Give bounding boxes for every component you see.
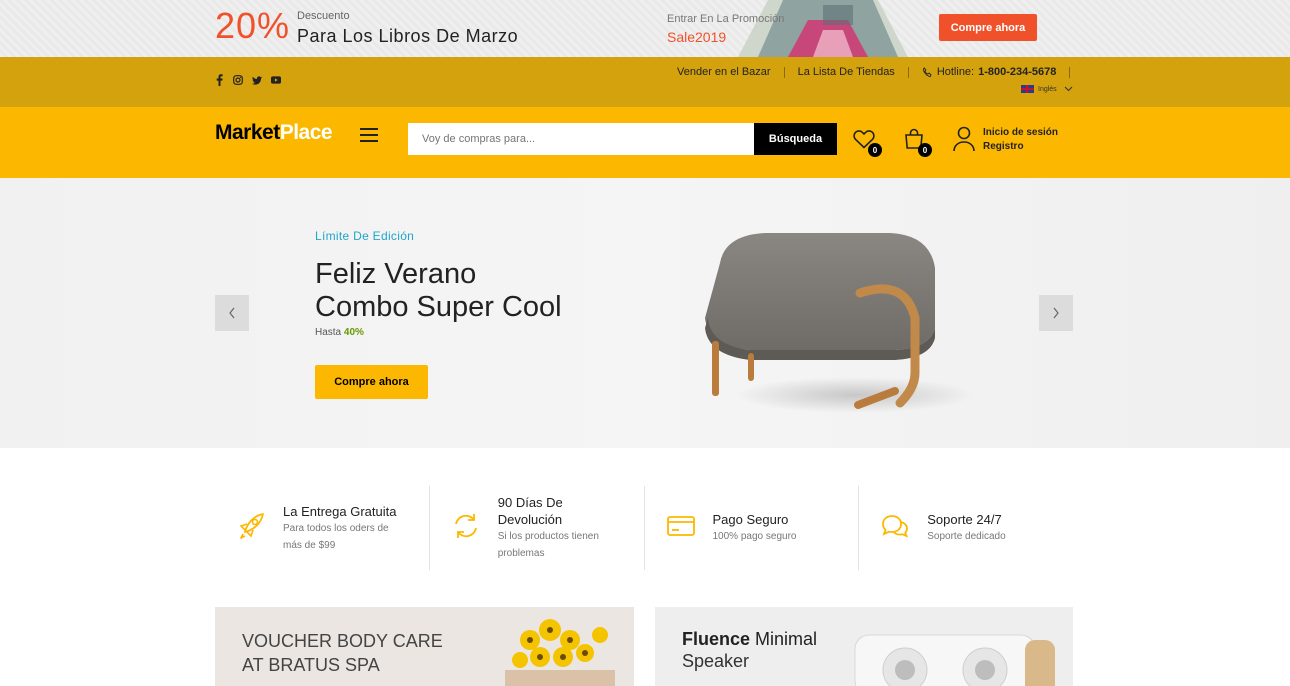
- feature-title: Soporte 24/7: [927, 512, 1002, 527]
- search-button[interactable]: Búsqueda: [754, 123, 837, 155]
- language-selector[interactable]: Inglés: [1021, 85, 1073, 93]
- spa-banner-text: VOUCHER BODY CARE AT BRATUS SPA: [242, 629, 443, 677]
- hero-title: Feliz Verano Combo Super Cool: [315, 258, 562, 324]
- hotline-label: Hotline:: [936, 66, 975, 78]
- language-label: Inglés: [1038, 85, 1057, 93]
- speaker-brand: Fluence: [682, 629, 751, 649]
- divider: [783, 66, 785, 78]
- feature-desc: 100% pago seguro: [712, 531, 797, 542]
- speaker-banner[interactable]: Fluence Minimal Speaker: [655, 607, 1073, 686]
- speaker-banner-line-1: Fluence Minimal: [682, 629, 817, 650]
- hero-title-line-2: Combo Super Cool: [315, 291, 562, 323]
- feature-desc: Para todos los oders de: [283, 523, 389, 534]
- feature-returns: 90 Días De Devolución Si los productos t…: [430, 486, 645, 570]
- speaker-banner-line-2: Speaker: [682, 651, 750, 671]
- sell-link[interactable]: Vender en el Bazar: [677, 66, 771, 78]
- cart-count-badge: 0: [918, 143, 932, 157]
- phone-icon: [922, 66, 932, 77]
- hero-discount-text: Hasta 40%: [315, 327, 364, 338]
- main-header: MarketPlace Búsqueda 0 0 Inicio de sesió…: [0, 107, 1290, 178]
- social-links: [214, 74, 281, 86]
- refresh-icon: [454, 514, 477, 538]
- feature-desc: Si los productos tienen: [497, 531, 599, 542]
- spa-voucher-banner[interactable]: VOUCHER BODY CARE AT BRATUS SPA: [215, 607, 634, 686]
- feature-secure-payment: Pago Seguro 100% pago seguro: [645, 486, 860, 570]
- register-link[interactable]: Registro: [983, 140, 1058, 154]
- slider-next-button[interactable]: [1039, 295, 1073, 331]
- logo-part-place: Place: [279, 121, 333, 144]
- hero-up-to-label: Hasta: [315, 327, 342, 338]
- flowers-image: [505, 619, 615, 686]
- site-logo[interactable]: MarketPlace: [215, 121, 333, 145]
- rocket-icon: [239, 513, 264, 539]
- speaker-word: Minimal: [755, 629, 818, 649]
- divider: [907, 66, 909, 78]
- chevron-left-icon: [229, 307, 235, 319]
- promo-shop-now-button[interactable]: Compre ahora: [939, 14, 1037, 41]
- stores-link[interactable]: La Lista De Tiendas: [798, 66, 895, 78]
- top-links: Vender en el Bazar La Lista De Tiendas H…: [677, 66, 1083, 78]
- hotline: Hotline: 1-800-234-5678: [922, 66, 1056, 78]
- top-bar: Vender en el Bazar La Lista De Tiendas H…: [0, 57, 1290, 107]
- instagram-icon[interactable]: [233, 74, 243, 86]
- slider-prev-button[interactable]: [215, 295, 249, 331]
- chat-icon: [882, 515, 909, 538]
- youtube-icon[interactable]: [271, 74, 281, 86]
- wishlist-button[interactable]: 0: [852, 127, 882, 157]
- promo-title: Para Los Libros De Marzo: [297, 26, 519, 46]
- login-link[interactable]: Inicio de sesión: [983, 126, 1058, 140]
- ottoman-image: [705, 233, 975, 413]
- hero-slider: Límite De Edición Feliz Verano Combo Sup…: [0, 178, 1290, 448]
- feature-title: Pago Seguro: [712, 512, 789, 527]
- user-icon[interactable]: [953, 126, 975, 152]
- hero-discount-value: 40%: [343, 327, 364, 338]
- menu-icon[interactable]: [360, 128, 378, 142]
- divider: [1069, 66, 1071, 78]
- hero-eyebrow: Límite De Edición: [315, 229, 415, 243]
- spa-banner-line-1: VOUCHER BODY CARE: [242, 631, 443, 651]
- feature-free-shipping: La Entrega Gratuita Para todos los oders…: [215, 486, 430, 570]
- feature-title: La Entrega Gratuita: [283, 504, 397, 519]
- account-links: Inicio de sesión Registro: [983, 126, 1058, 154]
- wishlist-count-badge: 0: [868, 143, 882, 157]
- chevron-right-icon: [1053, 307, 1059, 319]
- hero-title-line-1: Feliz Verano: [315, 258, 477, 290]
- features-row: La Entrega Gratuita Para todos los oders…: [215, 486, 1073, 570]
- promo-code: Sale2019: [667, 29, 727, 45]
- feature-title: Devolución: [497, 512, 563, 527]
- feature-desc: Soporte dedicado: [927, 531, 1006, 542]
- feature-desc: problemas: [497, 548, 545, 559]
- uk-flag-icon: [1021, 85, 1034, 93]
- twitter-icon[interactable]: [252, 74, 262, 86]
- cart-button[interactable]: 0: [902, 127, 932, 157]
- feature-support: Soporte 24/7 Soporte dedicado: [859, 486, 1073, 570]
- promo-percent: 20%: [215, 5, 291, 46]
- logo-part-market: Market: [215, 121, 280, 144]
- speaker-image: [854, 634, 1055, 686]
- book-cover-image: [738, 0, 908, 57]
- chevron-down-icon: [1064, 86, 1073, 92]
- search-input[interactable]: [408, 123, 754, 155]
- hero-shop-now-button[interactable]: Compre ahora: [315, 365, 428, 399]
- credit-card-icon: [666, 516, 695, 536]
- promo-discount-label: Descuento: [297, 10, 350, 22]
- promo-banner: 20% Descuento Para Los Libros De Marzo E…: [0, 0, 1290, 57]
- facebook-icon[interactable]: [214, 74, 224, 86]
- feature-title: 90 Días De: [497, 495, 563, 510]
- hotline-number[interactable]: 1-800-234-5678: [978, 66, 1056, 78]
- feature-desc: más de $99: [283, 540, 336, 551]
- promo-enter-label: Entrar En La Promoción: [667, 13, 785, 25]
- spa-banner-line-2: AT BRATUS SPA: [242, 655, 380, 675]
